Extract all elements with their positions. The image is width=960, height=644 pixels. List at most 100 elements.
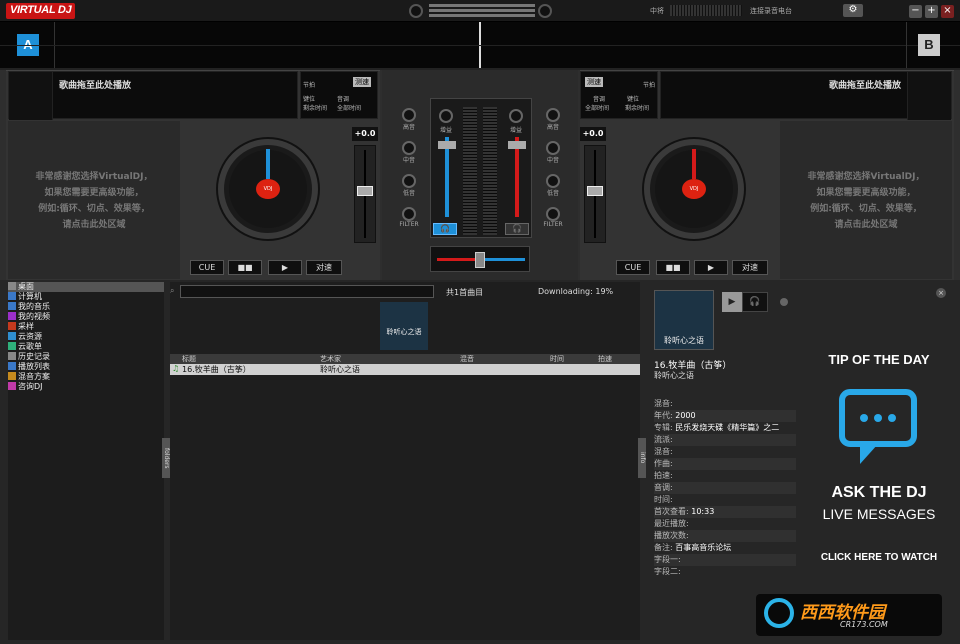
tree-item-desktop[interactable]: 桌面 — [8, 282, 164, 292]
deck-b-label-key: 键位 — [627, 96, 640, 103]
info-cover: 聆听心之语 — [654, 290, 714, 350]
deck-b-pause-button[interactable]: ■■ — [656, 260, 690, 275]
preview-headphone-icon[interactable]: 🎧 — [742, 292, 768, 312]
live-subtitle: LIVE MESSAGES — [822, 506, 936, 522]
computer-icon — [8, 292, 16, 300]
search-input[interactable] — [180, 285, 434, 298]
deck-a-sync-button[interactable]: 对速 — [306, 260, 342, 275]
field-row: 作曲: — [654, 458, 796, 470]
tree-item-cloudlist[interactable]: 云歌单 — [8, 342, 164, 352]
deck-b-position-marker — [692, 149, 696, 179]
close-button[interactable]: × — [941, 5, 954, 18]
tree-label: 我的音乐 — [18, 302, 50, 311]
gain-left-knob[interactable] — [439, 109, 453, 123]
eq-high-right-knob[interactable] — [546, 108, 560, 122]
settings-gear-icon[interactable]: ⚙ — [843, 4, 863, 17]
tree-item-askdj[interactable]: 咨询DJ — [8, 382, 164, 392]
deck-a-jog-wheel[interactable]: VDJ — [218, 139, 318, 239]
folders-tab[interactable]: folders — [162, 438, 170, 478]
column-bpm[interactable]: 拍速 — [598, 354, 612, 364]
ad-panel[interactable]: × TIP OF THE DAY ASK THE DJ LIVE MESSAGE… — [756, 282, 958, 640]
click-to-watch-link[interactable]: CLICK HERE TO WATCH — [800, 552, 958, 563]
crossfader-handle[interactable] — [475, 252, 485, 268]
layout-bars-icon[interactable] — [429, 2, 485, 19]
minimize-button[interactable]: − — [909, 5, 922, 18]
tree-item-video[interactable]: 我的视频 — [8, 312, 164, 322]
deck-b-pitch-slider[interactable] — [584, 145, 606, 243]
deck-a-song-info[interactable]: 歌曲拖至此处播放 — [8, 71, 298, 120]
mixer-panel: 高音 中音 低音 FILTER 增益 增益 🎧 🎧 高音 中音 低音 FILTE… — [382, 70, 578, 280]
deck-b-song-info[interactable]: 歌曲拖至此处播放 — [660, 71, 952, 120]
column-time[interactable]: 时间 — [550, 354, 564, 364]
preview-dot-icon[interactable] — [780, 298, 788, 306]
eq-mid-left-knob[interactable] — [402, 141, 416, 155]
filter-right-knob[interactable] — [546, 207, 560, 221]
album-thumbnail[interactable]: 聆听心之语 — [380, 302, 428, 350]
deck-a-cue-button[interactable]: CUE — [190, 260, 224, 275]
click-here: HERE — [854, 552, 882, 563]
deck-b-pitch-handle[interactable] — [587, 186, 603, 196]
video-icon — [8, 312, 16, 320]
mixer-left-eq: 高音 中音 低音 FILTER — [396, 108, 422, 228]
deck-a-pitch-handle[interactable] — [357, 186, 373, 196]
deck-a-help-area[interactable]: 非常感谢您选择VirtualDJ， 如果您需要更高级功能， 例如:循环、切点、效… — [8, 121, 180, 279]
tree-item-samples[interactable]: 采样 — [8, 322, 164, 332]
help-line: 例如:循环、切点、效果等， — [38, 204, 150, 214]
gain-label: 增益 — [439, 127, 452, 134]
table-row[interactable]: ♫ 16.牧羊曲（古筝） 聆听心之语 — [170, 364, 640, 375]
help-line: 如果您需要更高级功能， — [44, 188, 144, 198]
deck-a-pitch-slider[interactable] — [354, 145, 376, 243]
column-remix[interactable]: 混音 — [460, 354, 474, 364]
eq-label: FILTER — [543, 221, 563, 228]
layout-bars-icon-2[interactable] — [479, 2, 535, 19]
folder-tree: 桌面 计算机 我的音乐 我的视频 采样 云资源 云歌单 历史记录 播放列表 混音… — [8, 282, 164, 640]
deck-b-sync-button[interactable]: 对速 — [732, 260, 768, 275]
deck-a-drop-text: 歌曲拖至此处播放 — [59, 81, 132, 91]
deck-b-play-button[interactable]: ▶ — [694, 260, 728, 275]
record-label[interactable]: 连接录音电台 — [750, 6, 792, 16]
tree-label: 计算机 — [18, 292, 42, 301]
row-title: 16.牧羊曲（古筝） — [182, 365, 251, 374]
gain-right-knob[interactable] — [509, 109, 523, 123]
click-suffix: TO WATCH — [881, 552, 938, 563]
waveform-area[interactable]: A B — [0, 22, 960, 70]
headphone-left-icon[interactable]: 🎧 — [433, 223, 457, 235]
tree-item-computer[interactable]: 计算机 — [8, 292, 164, 302]
column-artist[interactable]: 艺术家 — [320, 354, 341, 364]
volume-right-handle[interactable] — [508, 141, 526, 149]
eq-low-left-knob[interactable] — [402, 174, 416, 188]
preview-play-icon[interactable]: ▶ — [722, 292, 742, 312]
tree-item-cloud[interactable]: 云资源 — [8, 332, 164, 342]
tree-label: 采样 — [18, 322, 34, 331]
info-tab[interactable]: info — [638, 438, 646, 478]
master-knob-left[interactable] — [409, 4, 423, 18]
deck-a-tap-button[interactable]: 测速 — [353, 77, 371, 87]
volume-left-handle[interactable] — [438, 141, 456, 149]
field-row: 拍速: — [654, 471, 673, 480]
filter-left-knob[interactable] — [402, 207, 416, 221]
deck-b-help-area[interactable]: 非常感谢您选择VirtualDJ， 如果您需要更高级功能， 例如:循环、切点、效… — [780, 121, 952, 279]
deck-b-jog-wheel[interactable]: VDJ — [644, 139, 744, 239]
field-row: 首次查看: 10:33 — [654, 506, 796, 518]
column-title[interactable]: 标题 — [182, 354, 196, 364]
help-line: 如果您需要更高级功能， — [816, 188, 916, 198]
watermark: 西西软件园 CR173.COM — [756, 594, 942, 636]
tree-item-history[interactable]: 历史记录 — [8, 352, 164, 362]
tree-item-playlists[interactable]: 播放列表 — [8, 362, 164, 372]
deck-a-play-button[interactable]: ▶ — [268, 260, 302, 275]
master-knob-right[interactable] — [538, 4, 552, 18]
maximize-button[interactable]: + — [925, 5, 938, 18]
help-line: 例如:循环、切点、效果等， — [810, 204, 922, 214]
close-ad-icon[interactable]: × — [936, 288, 946, 298]
tree-item-mixes[interactable]: 混音方案 — [8, 372, 164, 382]
eq-low-right-knob[interactable] — [546, 174, 560, 188]
deck-b-cue-button[interactable]: CUE — [616, 260, 650, 275]
eq-high-left-knob[interactable] — [402, 108, 416, 122]
headphone-right-icon[interactable]: 🎧 — [505, 223, 529, 235]
askdj-icon — [8, 382, 16, 390]
deck-b-tap-button[interactable]: 测速 — [585, 77, 603, 87]
deck-a-pause-button[interactable]: ■■ — [228, 260, 262, 275]
tree-item-music[interactable]: 我的音乐 — [8, 302, 164, 312]
eq-mid-right-knob[interactable] — [546, 141, 560, 155]
crossfader[interactable] — [430, 246, 530, 272]
